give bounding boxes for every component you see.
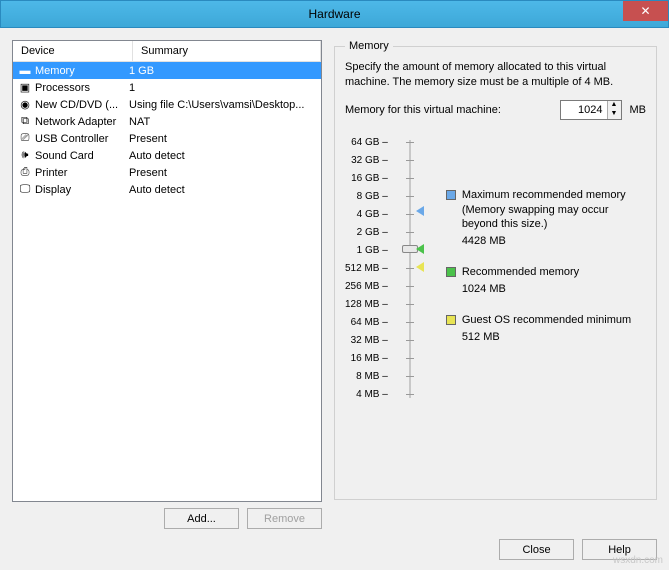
swatch-min-icon xyxy=(446,315,456,325)
legend-item-rec: Recommended memory 1024 MB xyxy=(446,265,646,297)
device-row[interactable]: ⧉Network AdapterNAT xyxy=(13,113,321,130)
memory-group: Memory Specify the amount of memory allo… xyxy=(334,40,657,500)
remove-button[interactable]: Remove xyxy=(247,508,322,529)
device-name: USB Controller xyxy=(35,133,129,145)
memory-label: Memory for this virtual machine: xyxy=(345,104,552,116)
tick-label: 8 MB – xyxy=(356,368,388,386)
tick-label: 8 GB – xyxy=(357,188,388,206)
device-summary: Auto detect xyxy=(129,184,317,196)
marker-max-icon xyxy=(416,206,424,216)
tick-label: 32 MB – xyxy=(351,332,388,350)
tick-label: 16 GB – xyxy=(351,170,388,188)
tick-label: 1 GB – xyxy=(357,242,388,260)
tick-label: 64 GB – xyxy=(351,134,388,152)
close-icon: ✕ xyxy=(640,4,650,18)
display-icon: 🖵 xyxy=(17,182,33,198)
window-title: Hardware xyxy=(308,7,360,21)
device-summary: Auto detect xyxy=(129,150,317,162)
add-button[interactable]: Add... xyxy=(164,508,239,529)
device-summary: NAT xyxy=(129,116,317,128)
printer-icon: ⎙ xyxy=(17,165,33,181)
device-row[interactable]: ▬Memory1 GB xyxy=(13,62,321,79)
cpu-icon: ▣ xyxy=(17,80,33,96)
device-row[interactable]: 🕪Sound CardAuto detect xyxy=(13,147,321,164)
legend-item-max: Maximum recommended memory (Memory swapp… xyxy=(446,188,646,249)
swatch-max-icon xyxy=(446,190,456,200)
device-name: Memory xyxy=(35,65,129,77)
device-summary: Using file C:\Users\vamsi\Desktop... xyxy=(129,99,317,111)
tick-label: 4 MB – xyxy=(356,386,388,404)
device-list-header: Device Summary xyxy=(13,41,321,62)
memory-unit: MB xyxy=(630,104,647,116)
tick-label: 32 GB – xyxy=(351,152,388,170)
device-summary: 1 GB xyxy=(129,65,317,77)
sound-icon: 🕪 xyxy=(17,148,33,164)
tick-label: 4 GB – xyxy=(357,206,388,224)
tick-label: 256 MB – xyxy=(345,278,388,296)
memory-icon: ▬ xyxy=(17,63,33,79)
swatch-rec-icon xyxy=(446,267,456,277)
device-row[interactable]: 🖵DisplayAuto detect xyxy=(13,181,321,198)
usb-icon: ⎚ xyxy=(17,131,33,147)
watermark: wsxdn.com xyxy=(613,555,663,566)
tick-label: 512 MB – xyxy=(345,260,388,278)
device-row[interactable]: ◉New CD/DVD (...Using file C:\Users\vams… xyxy=(13,96,321,113)
device-row[interactable]: ⎙PrinterPresent xyxy=(13,164,321,181)
legend-item-min: Guest OS recommended minimum 512 MB xyxy=(446,313,646,345)
tick-label: 2 GB – xyxy=(357,224,388,242)
marker-rec-icon xyxy=(416,244,424,254)
memory-slider[interactable] xyxy=(398,134,422,404)
memory-description: Specify the amount of memory allocated t… xyxy=(345,60,646,90)
device-list[interactable]: Device Summary ▬Memory1 GB▣Processors1◉N… xyxy=(12,40,322,502)
device-row[interactable]: ⎚USB ControllerPresent xyxy=(13,130,321,147)
device-summary: Present xyxy=(129,133,317,145)
device-name: Processors xyxy=(35,82,129,94)
memory-spinner[interactable]: ▲ ▼ xyxy=(560,100,622,120)
device-name: Network Adapter xyxy=(35,116,129,128)
memory-tick-labels: 64 GB –32 GB –16 GB –8 GB –4 GB –2 GB –1… xyxy=(345,134,388,404)
device-row[interactable]: ▣Processors1 xyxy=(13,79,321,96)
device-name: Sound Card xyxy=(35,150,129,162)
close-button[interactable]: Close xyxy=(499,539,574,560)
spin-up-icon[interactable]: ▲ xyxy=(608,101,621,110)
col-summary[interactable]: Summary xyxy=(133,41,321,61)
device-summary: 1 xyxy=(129,82,317,94)
tick-label: 128 MB – xyxy=(345,296,388,314)
memory-legend: Memory xyxy=(345,40,393,52)
marker-min-icon xyxy=(416,262,424,272)
device-summary: Present xyxy=(129,167,317,179)
window-close-button[interactable]: ✕ xyxy=(623,1,668,21)
device-name: New CD/DVD (... xyxy=(35,99,129,111)
device-name: Printer xyxy=(35,167,129,179)
spin-down-icon[interactable]: ▼ xyxy=(608,110,621,119)
col-device[interactable]: Device xyxy=(13,41,133,61)
memory-input[interactable] xyxy=(561,102,607,118)
device-name: Display xyxy=(35,184,129,196)
tick-label: 64 MB – xyxy=(351,314,388,332)
network-icon: ⧉ xyxy=(17,114,33,130)
tick-label: 16 MB – xyxy=(351,350,388,368)
cd-icon: ◉ xyxy=(17,97,33,113)
